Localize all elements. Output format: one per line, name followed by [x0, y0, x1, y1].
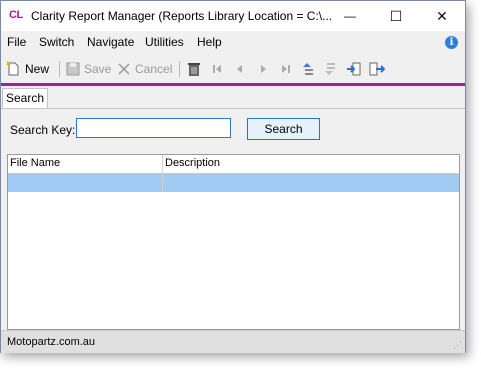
- export-icon: [369, 61, 385, 77]
- search-key-input[interactable]: [76, 118, 231, 138]
- next-record-button[interactable]: [255, 60, 271, 77]
- app-window: CL Clarity Report Manager (Reports Libra…: [0, 0, 466, 353]
- next-record-icon: [255, 61, 271, 77]
- new-document-icon: [5, 60, 21, 77]
- tab-strip: Search: [1, 86, 465, 108]
- minimize-button[interactable]: —: [327, 1, 373, 31]
- first-record-button[interactable]: [209, 60, 225, 77]
- sort-ascending-button[interactable]: [301, 60, 317, 77]
- window-title: Clarity Report Manager (Reports Library …: [31, 9, 333, 23]
- column-header-description[interactable]: Description: [165, 157, 220, 169]
- menu-navigate[interactable]: Navigate: [87, 35, 134, 49]
- status-text: Motopartz.com.au: [7, 336, 96, 348]
- save-button[interactable]: Save: [65, 60, 111, 77]
- info-icon[interactable]: i: [445, 36, 458, 49]
- maximize-button[interactable]: ☐: [373, 1, 419, 31]
- first-record-icon: [209, 61, 225, 77]
- grid-header: File Name Description: [8, 155, 459, 174]
- resize-grip-icon[interactable]: ⋰: [453, 340, 462, 351]
- save-label: Save: [84, 61, 112, 76]
- cancel-icon: [116, 61, 132, 77]
- last-record-button[interactable]: [278, 60, 294, 77]
- menu-help[interactable]: Help: [197, 35, 222, 49]
- previous-record-button[interactable]: [232, 60, 248, 77]
- close-button[interactable]: ✕: [419, 1, 465, 31]
- trash-icon: [186, 61, 202, 77]
- export-button[interactable]: [369, 60, 385, 77]
- new-label: New: [25, 61, 50, 76]
- sort-descending-icon: [323, 61, 339, 77]
- toolbar-separator: [179, 61, 180, 77]
- table-row[interactable]: [8, 174, 459, 192]
- delete-button[interactable]: [186, 60, 202, 77]
- menu-bar: File Switch Navigate Utilities Help i: [1, 31, 465, 53]
- search-button[interactable]: Search: [247, 118, 320, 140]
- cancel-label: Cancel: [135, 61, 173, 76]
- import-icon: [346, 61, 362, 77]
- tab-search[interactable]: Search: [2, 88, 48, 108]
- close-icon: ✕: [436, 7, 448, 24]
- import-button[interactable]: [346, 60, 362, 77]
- menu-switch[interactable]: Switch: [39, 35, 74, 49]
- status-bar: Motopartz.com.au ⋰: [1, 330, 465, 353]
- minimize-icon: —: [344, 9, 356, 23]
- search-panel: Search Key: Search File Name Description: [1, 108, 465, 331]
- menu-utilities[interactable]: Utilities: [145, 35, 184, 49]
- last-record-icon: [278, 61, 294, 77]
- results-grid[interactable]: File Name Description: [7, 154, 460, 330]
- app-logo-icon: CL: [9, 9, 23, 21]
- column-header-file-name[interactable]: File Name: [10, 157, 60, 169]
- toolbar-separator: [59, 61, 60, 77]
- maximize-icon: ☐: [389, 7, 403, 24]
- save-icon: [65, 61, 81, 77]
- title-bar[interactable]: CL Clarity Report Manager (Reports Libra…: [1, 1, 465, 31]
- sort-descending-button[interactable]: [323, 60, 339, 77]
- cancel-button[interactable]: Cancel: [116, 60, 172, 77]
- search-key-label: Search Key:: [10, 123, 76, 137]
- toolbar: New Save Cancel: [1, 53, 465, 83]
- sort-ascending-icon: [301, 61, 317, 77]
- column-divider[interactable]: [162, 155, 163, 191]
- new-button[interactable]: New: [5, 60, 49, 77]
- previous-record-icon: [232, 61, 248, 77]
- menu-file[interactable]: File: [7, 35, 26, 49]
